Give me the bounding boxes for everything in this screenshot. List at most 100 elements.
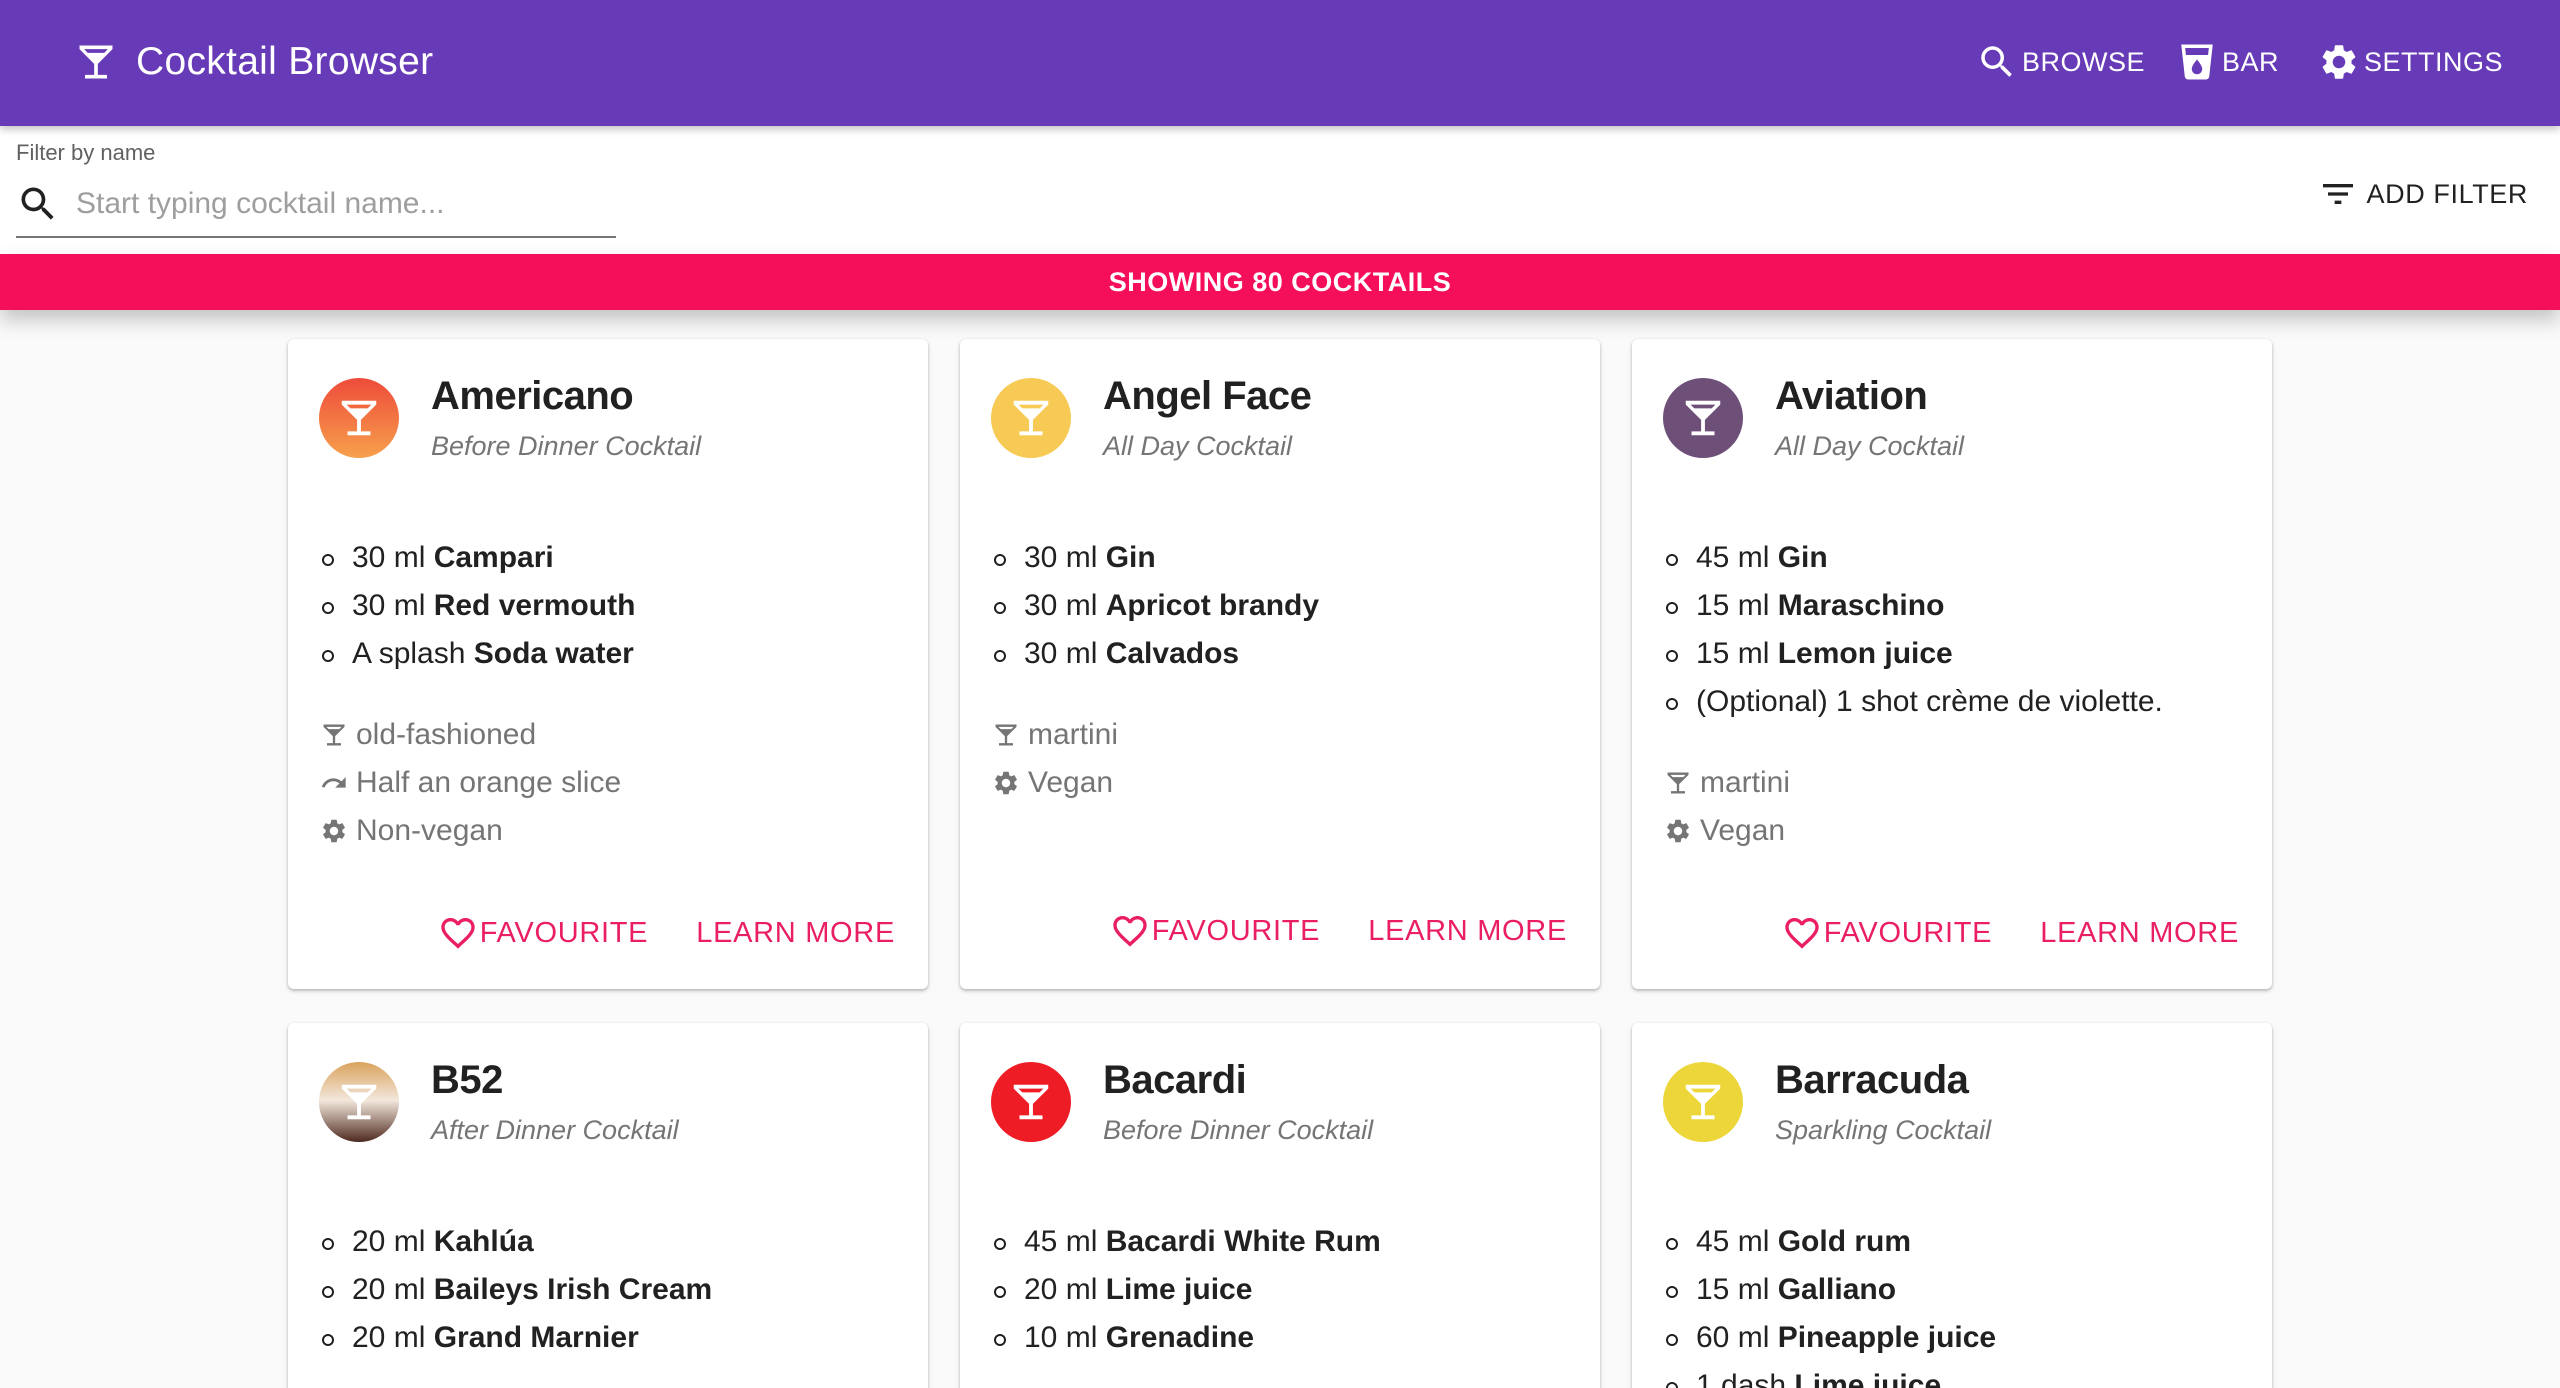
ingredient-list: 20 ml Kahlúa 20 ml Baileys Irish Cream 2… bbox=[321, 1218, 712, 1362]
redo-arrow-icon bbox=[321, 777, 346, 788]
search-input[interactable] bbox=[76, 180, 612, 228]
heart-outline-icon bbox=[441, 918, 475, 949]
app-title: Cocktail Browser bbox=[136, 40, 434, 83]
filter-label: Filter by name bbox=[16, 140, 156, 165]
cocktail-details: martini Vegan bbox=[992, 711, 1118, 807]
ingredient-item: 45 ml Gold rum bbox=[1665, 1218, 1996, 1266]
ingredient-item: 20 ml Grand Marnier bbox=[321, 1314, 712, 1362]
glass-icon bbox=[2181, 44, 2213, 80]
cocktail-card: B52 After Dinner Cocktail 20 ml Kahlúa 2… bbox=[288, 1023, 928, 1388]
ingredient-list: 30 ml Campari 30 ml Red vermouth A splas… bbox=[321, 534, 635, 678]
cocktail-avatar bbox=[991, 378, 1071, 458]
glass-type: martini bbox=[992, 711, 1118, 759]
cocktail-category: All Day Cocktail bbox=[1775, 431, 1965, 461]
favourite-button[interactable]: FAVOURITE bbox=[1782, 913, 1993, 953]
gear-icon bbox=[1667, 819, 1689, 843]
search-underline bbox=[16, 236, 616, 238]
search-icon bbox=[1981, 46, 2012, 77]
cocktail-glass-icon bbox=[1013, 1084, 1049, 1120]
nav-bar-button[interactable]: BAR bbox=[2176, 36, 2279, 88]
cocktail-avatar bbox=[991, 1062, 1071, 1142]
ingredient-item: 20 ml Baileys Irish Cream bbox=[321, 1266, 712, 1314]
favourite-button[interactable]: FAVOURITE bbox=[1110, 911, 1321, 951]
ingredient-item: 15 ml Lemon juice bbox=[1666, 630, 2163, 678]
ingredient-item: 1 dash Lime juice bbox=[1665, 1362, 1996, 1388]
cocktail-card: Barracuda Sparkling Cocktail 45 ml Gold … bbox=[1632, 1023, 2272, 1388]
app-bar: Cocktail Browser BROWSE BAR SETTINGS bbox=[0, 0, 2560, 126]
cocktail-glass-icon bbox=[1685, 400, 1721, 436]
cocktail-card: Americano Before Dinner Cocktail 30 ml C… bbox=[288, 339, 928, 989]
ingredient-list: 30 ml Gin 30 ml Apricot brandy 30 ml Cal… bbox=[993, 534, 1319, 678]
nav-browse-label: BROWSE bbox=[2022, 46, 2146, 77]
diet-info: Vegan bbox=[1664, 807, 1790, 855]
ingredient-item: 15 ml Maraschino bbox=[1666, 582, 2163, 630]
cocktail-card: Bacardi Before Dinner Cocktail 45 ml Bac… bbox=[960, 1023, 1600, 1388]
nav-bar-label: BAR bbox=[2222, 46, 2280, 77]
ingredient-list: 45 ml Gin 15 ml Maraschino 15 ml Lemon j… bbox=[1666, 534, 2163, 726]
ingredient-item: 30 ml Calvados bbox=[993, 630, 1319, 678]
cocktail-glass-icon bbox=[1667, 772, 1689, 794]
cocktail-name: Barracuda bbox=[1775, 1058, 1969, 1102]
diet-info: Non-vegan bbox=[320, 807, 621, 855]
card-actions: FAVOURITE LEARN MORE bbox=[438, 913, 895, 953]
ingredient-item: 45 ml Gin bbox=[1666, 534, 2163, 582]
ingredient-item: 20 ml Kahlúa bbox=[321, 1218, 712, 1266]
results-count-banner: SHOWING 80 COCKTAILS bbox=[0, 254, 2560, 310]
search-icon bbox=[21, 187, 54, 220]
cocktail-category: Sparkling Cocktail bbox=[1775, 1115, 1992, 1145]
cocktail-avatar bbox=[319, 378, 399, 458]
nav-settings-button[interactable]: SETTINGS bbox=[2318, 36, 2503, 88]
cocktail-category: Before Dinner Cocktail bbox=[431, 431, 702, 461]
glass-type: old-fashioned bbox=[320, 711, 621, 759]
cocktail-category: After Dinner Cocktail bbox=[431, 1115, 679, 1145]
ingredient-item: A splash Soda water bbox=[321, 630, 635, 678]
ingredient-item: (Optional) 1 shot crème de violette. bbox=[1666, 678, 2163, 726]
card-actions: FAVOURITE LEARN MORE bbox=[1782, 913, 2239, 953]
card-actions: FAVOURITE LEARN MORE bbox=[1110, 911, 1567, 951]
cocktail-glass-icon bbox=[341, 1084, 377, 1120]
cocktail-details: martini Vegan bbox=[1664, 759, 1790, 855]
cocktail-avatar bbox=[1663, 1062, 1743, 1142]
cocktail-glass-icon bbox=[1013, 400, 1049, 436]
cocktail-card: Aviation All Day Cocktail 45 ml Gin 15 m… bbox=[1632, 339, 2272, 989]
ingredient-item: 30 ml Apricot brandy bbox=[993, 582, 1319, 630]
cocktail-name: Aviation bbox=[1775, 374, 1928, 418]
ingredient-item: 60 ml Pineapple juice bbox=[1665, 1314, 1996, 1362]
ingredient-item: 30 ml Red vermouth bbox=[321, 582, 635, 630]
gear-icon bbox=[995, 771, 1017, 795]
ingredient-item: 45 ml Bacardi White Rum bbox=[994, 1218, 1381, 1266]
ingredient-list: 45 ml Bacardi White Rum 20 ml Lime juice… bbox=[994, 1218, 1381, 1362]
ingredient-item: 20 ml Lime juice bbox=[994, 1266, 1381, 1314]
filter-list-icon bbox=[2323, 184, 2354, 204]
cocktail-glass-icon bbox=[341, 400, 377, 436]
favourite-button[interactable]: FAVOURITE bbox=[438, 913, 649, 953]
learn-more-button[interactable]: LEARN MORE bbox=[2040, 917, 2239, 950]
ingredient-list: 45 ml Gold rum 15 ml Galliano 60 ml Pine… bbox=[1665, 1218, 1996, 1388]
cocktail-glass-icon bbox=[1685, 1084, 1721, 1120]
gear-icon bbox=[2322, 45, 2356, 79]
add-filter-label: ADD FILTER bbox=[2366, 178, 2528, 209]
garnish: Half an orange slice bbox=[320, 759, 621, 807]
ingredient-item: 30 ml Campari bbox=[321, 534, 635, 582]
nav-settings-label: SETTINGS bbox=[2364, 46, 2504, 77]
learn-more-button[interactable]: LEARN MORE bbox=[1368, 915, 1567, 948]
cocktail-avatar bbox=[1663, 378, 1743, 458]
cocktail-category: Before Dinner Cocktail bbox=[1103, 1115, 1374, 1145]
nav-browse-button[interactable]: BROWSE bbox=[1976, 36, 2145, 88]
heart-outline-icon bbox=[1785, 918, 1819, 949]
cocktail-name: Americano bbox=[431, 374, 634, 418]
cocktail-avatar bbox=[319, 1062, 399, 1142]
add-filter-button[interactable]: ADD FILTER bbox=[2318, 174, 2528, 214]
cocktail-name: Angel Face bbox=[1103, 374, 1312, 418]
cocktail-name: B52 bbox=[431, 1058, 503, 1102]
cocktail-category: All Day Cocktail bbox=[1103, 431, 1293, 461]
diet-info: Vegan bbox=[992, 759, 1118, 807]
heart-outline-icon bbox=[1113, 916, 1147, 947]
ingredient-item: 10 ml Grenadine bbox=[994, 1314, 1381, 1362]
learn-more-button[interactable]: LEARN MORE bbox=[696, 917, 895, 950]
glass-type: martini bbox=[1664, 759, 1790, 807]
cocktail-name: Bacardi bbox=[1103, 1058, 1247, 1102]
cocktail-card: Angel Face All Day Cocktail 30 ml Gin 30… bbox=[960, 339, 1600, 989]
gear-icon bbox=[323, 819, 345, 843]
ingredient-item: 15 ml Galliano bbox=[1665, 1266, 1996, 1314]
